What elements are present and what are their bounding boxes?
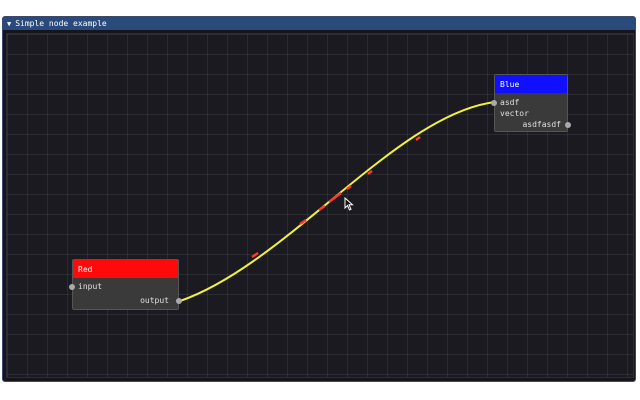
node-red-title: Red xyxy=(78,264,93,274)
link-highlight-segment xyxy=(367,170,373,175)
vector-input-slot-label: vector xyxy=(500,109,529,118)
node-canvas[interactable]: Red input output Blue asdf vector asdfas… xyxy=(6,33,634,378)
node-red[interactable]: Red input output xyxy=(69,259,182,310)
asdf-input-slot-dot[interactable] xyxy=(491,100,497,106)
link-highlight-segment xyxy=(299,219,307,225)
link-highlight-segments xyxy=(251,136,421,258)
asdfasdf-output-slot-label: asdfasdf xyxy=(522,120,561,129)
output-slot-dot[interactable] xyxy=(176,298,182,304)
node-blue-header[interactable]: Blue xyxy=(495,75,567,93)
link-highlight-segment xyxy=(328,192,342,203)
link-highlight-segment xyxy=(415,136,421,141)
window-titlebar[interactable]: ▼ Simple node example xyxy=(3,17,635,30)
node-blue[interactable]: Blue asdf vector asdfasdf xyxy=(491,74,571,132)
node-link[interactable] xyxy=(179,101,496,302)
collapse-triangle-icon[interactable]: ▼ xyxy=(7,20,11,28)
input-slot-label: input xyxy=(78,282,103,291)
input-slot-dot[interactable] xyxy=(69,284,75,290)
window-title: Simple node example xyxy=(15,19,107,28)
asdfasdf-output-slot-dot[interactable] xyxy=(565,122,571,128)
node-red-header[interactable]: Red xyxy=(73,260,178,278)
link-highlight-segment xyxy=(251,252,259,258)
node-blue-title: Blue xyxy=(500,79,520,89)
link-highlight-segment xyxy=(318,205,326,211)
asdf-input-slot-label: asdf xyxy=(500,98,520,107)
output-slot-label: output xyxy=(140,296,169,305)
arrow-cursor-icon xyxy=(344,197,354,211)
